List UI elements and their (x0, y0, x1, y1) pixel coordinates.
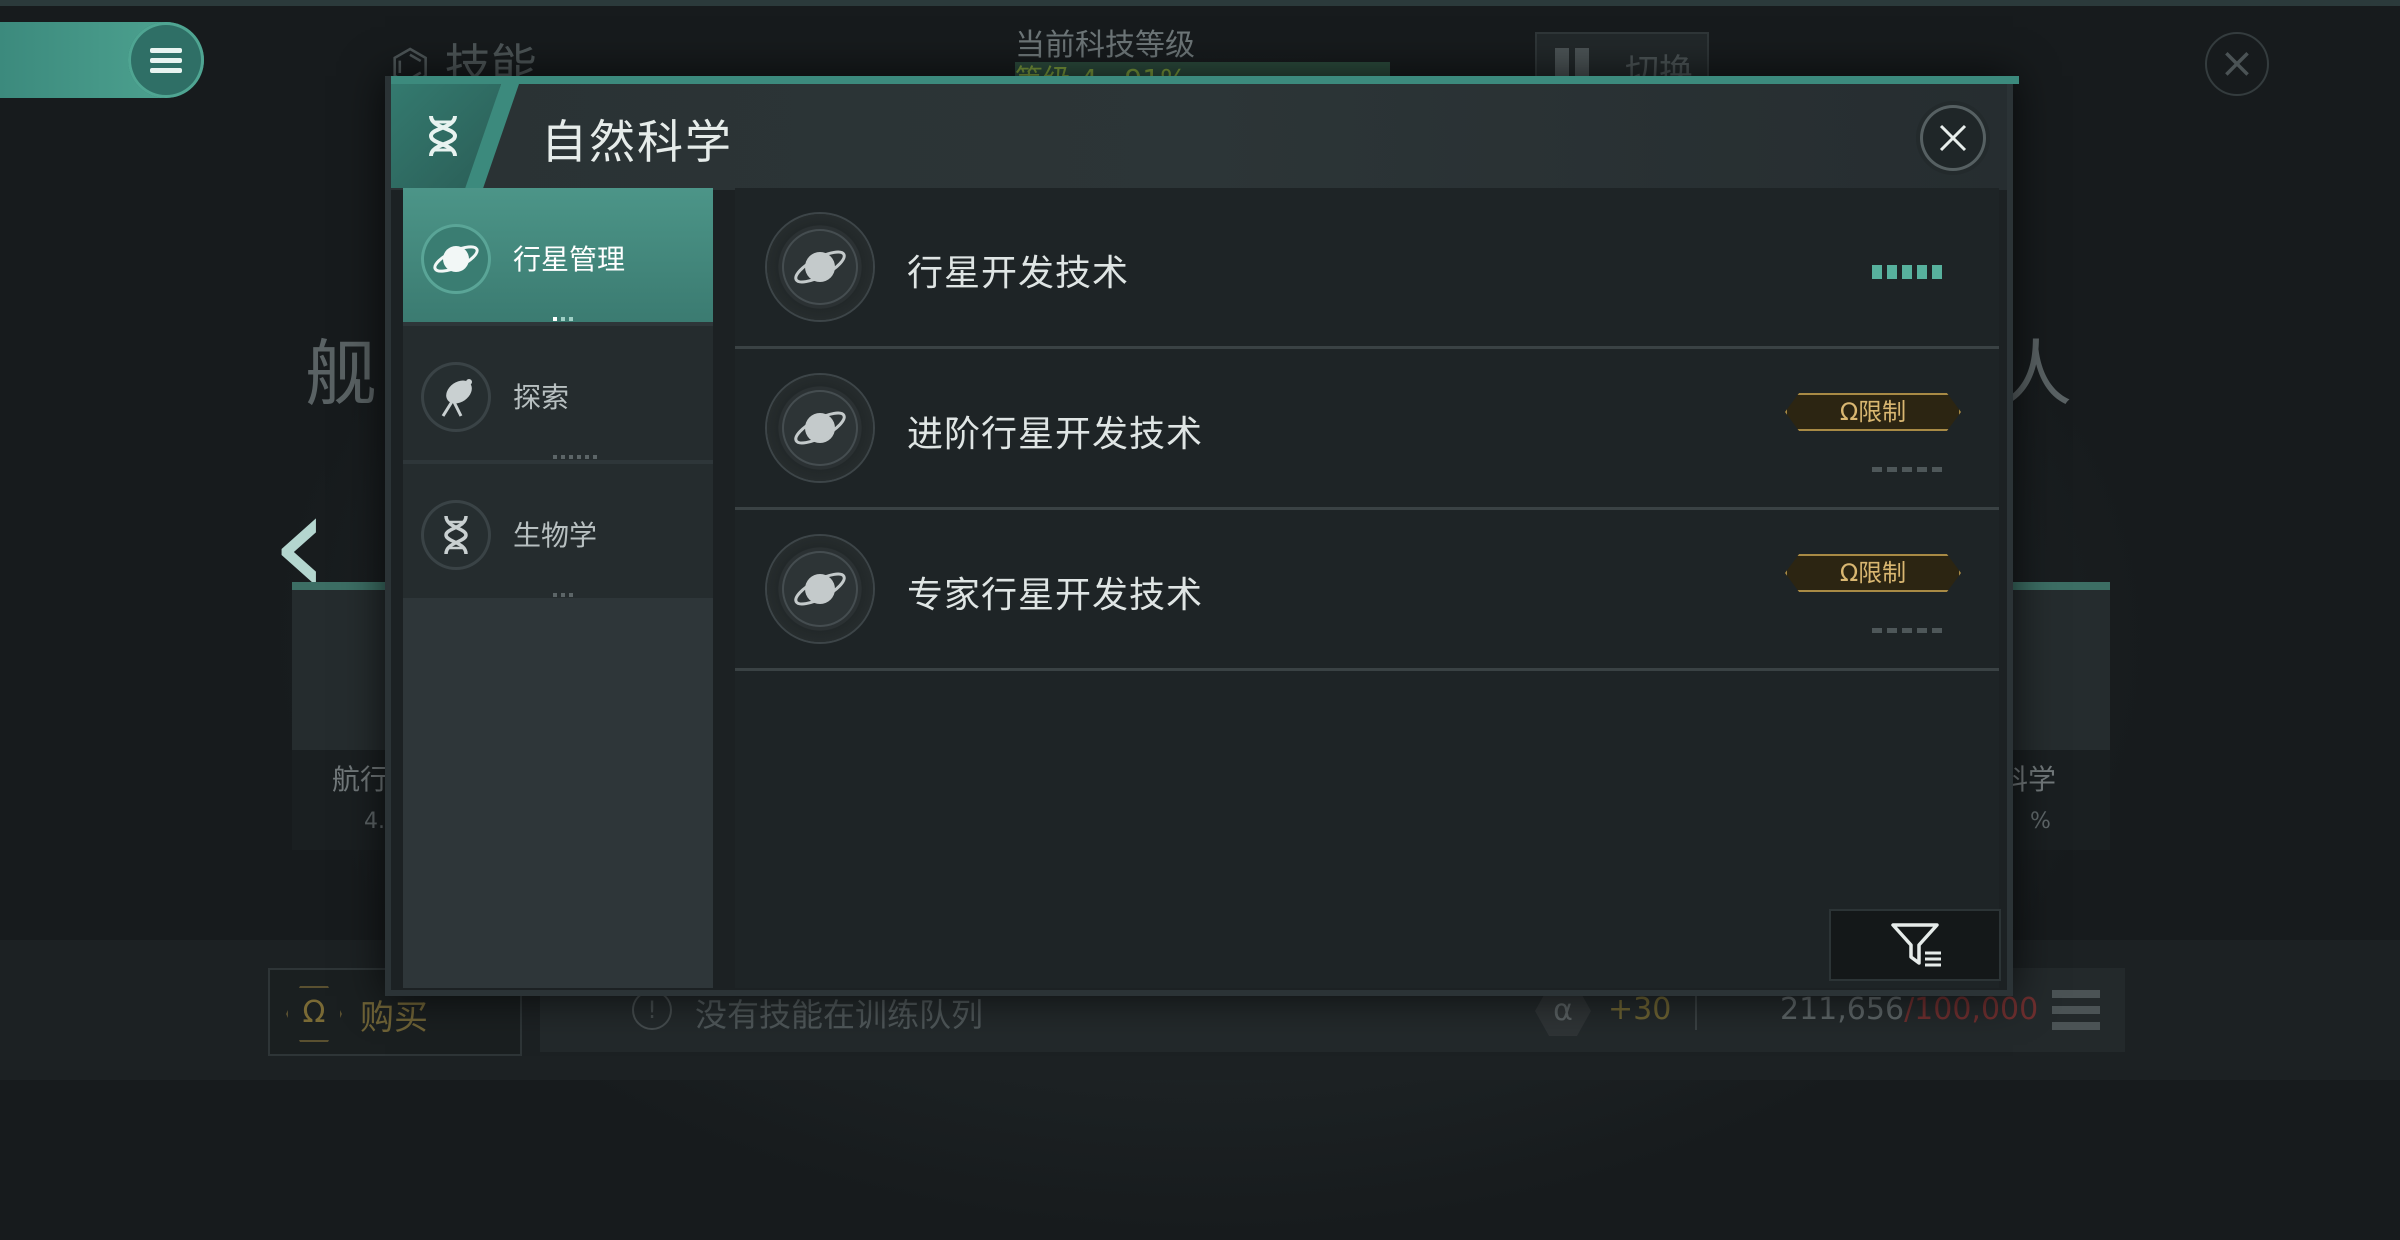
queue-menu-icon[interactable] (2052, 990, 2100, 1030)
close-icon[interactable] (1923, 108, 1983, 168)
tech-row-planet-development[interactable]: 行星开发技术 (735, 188, 1999, 349)
omega-restricted-badge: Ω限制 (1785, 393, 1961, 431)
tech-level-indicator (1872, 457, 1947, 476)
dna-icon (428, 115, 458, 157)
category-sidebar: 行星管理 探索 生物学 (403, 188, 713, 988)
planet-icon (421, 224, 491, 294)
progress-dots (553, 582, 577, 597)
skill-points: 211,656/100,000 (1780, 992, 2039, 1027)
tech-name: 进阶行星开发技术 (907, 414, 1204, 455)
menu-icon[interactable] (128, 22, 204, 98)
tech-level-indicator (1872, 264, 1947, 283)
category-label: 探索 (513, 381, 570, 414)
progress-dots (553, 306, 577, 321)
dna-icon (421, 500, 491, 570)
planet-icon (767, 214, 873, 320)
tech-name: 专家行星开发技术 (907, 575, 1204, 616)
tech-row-expert-planet-development[interactable]: 专家行星开发技术 Ω限制 (735, 510, 1999, 671)
dialog-header: 自然科学 (391, 84, 2007, 190)
planet-icon (767, 375, 873, 481)
tech-list: 行星开发技术 进阶行星开发技术 Ω限制 专家行星开发技术 Ω限制 (735, 188, 2001, 988)
category-biology[interactable]: 生物学 (403, 464, 713, 598)
progress-dots (553, 444, 601, 459)
category-exploration[interactable]: 探索 (403, 326, 713, 460)
category-title-left: 舰 (305, 332, 378, 416)
tech-level-indicator (1872, 618, 1947, 637)
dialog-title: 自然科学 (541, 115, 733, 169)
category-planet-management[interactable]: 行星管理 (403, 188, 713, 322)
close-icon[interactable]: × (2205, 32, 2269, 96)
omega-restricted-badge: Ω限制 (1785, 554, 1961, 592)
info-icon: ! (632, 990, 672, 1030)
omega-icon: Ω (286, 986, 342, 1042)
tech-name: 行星开发技术 (907, 253, 1130, 294)
satellite-dish-icon (421, 362, 491, 432)
category-label: 生物学 (513, 519, 598, 552)
natural-science-dialog: 自然科学 行星管理 探索 生物学 行星开发技术 进阶行星开发技术 Ω限制 专家行… (385, 76, 2019, 996)
filter-icon (1891, 923, 1941, 967)
alpha-bonus: +30 (1608, 992, 1672, 1027)
category-label: 行星管理 (513, 243, 626, 276)
queue-message: 没有技能在训练队列 (695, 996, 984, 1034)
planet-icon (767, 536, 873, 642)
filter-button[interactable] (1829, 909, 2001, 981)
top-border (0, 0, 2400, 6)
tech-row-advanced-planet-development[interactable]: 进阶行星开发技术 Ω限制 (735, 349, 1999, 510)
dialog-top-accent (391, 76, 2019, 84)
